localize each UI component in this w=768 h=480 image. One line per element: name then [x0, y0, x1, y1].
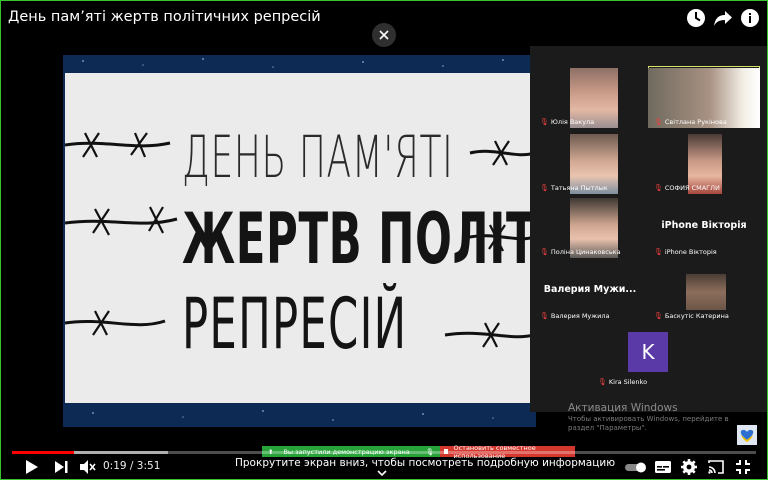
- settings-button[interactable]: [680, 458, 698, 476]
- fullscreen-icon: [736, 460, 750, 474]
- participant-tile-active[interactable]: 🎙 Світлана Рукінова: [648, 66, 760, 128]
- next-icon: [55, 461, 68, 473]
- participant-tile[interactable]: Валерия Мужи... 🎙 Валерия Мужила: [534, 260, 646, 322]
- autoplay-toggle[interactable]: [624, 458, 648, 476]
- chevron-down-icon[interactable]: [377, 469, 387, 477]
- info-icon[interactable]: [740, 8, 760, 28]
- participant-tile[interactable]: 🎙 Поліна Цинаковська: [534, 196, 646, 258]
- play-button[interactable]: [22, 458, 40, 476]
- mic-muted-icon: 🎙: [540, 118, 549, 126]
- mute-button[interactable]: [78, 458, 96, 476]
- participant-name: СОФИЯ СМАГЛИ: [664, 184, 720, 192]
- fullscreen-button[interactable]: [734, 458, 752, 476]
- subtitles-button[interactable]: [654, 458, 672, 476]
- mute-icon: [80, 460, 96, 474]
- participant-tile[interactable]: K 🎙 Kira Silenko: [592, 326, 704, 388]
- zoom-gallery-panel: 🎙 Юлія Вакула 🎙 Світлана Рукінова 🎙 Татьяна…: [530, 46, 768, 412]
- mic-muted-icon: 🎙: [598, 378, 607, 386]
- participant-tile[interactable]: 🎙 СОФИЯ СМАГЛИ: [648, 132, 760, 194]
- share-icon[interactable]: [713, 8, 733, 28]
- mic-muted-icon: 🎙: [654, 312, 663, 320]
- participant-name: Валерия Мужила: [550, 312, 610, 320]
- scroll-hint-text[interactable]: Прокрутите экран вниз, чтобы посмотреть …: [235, 457, 615, 469]
- participant-name: Поліна Цинаковська: [550, 248, 621, 256]
- mic-muted-icon: 🎙: [654, 184, 663, 192]
- next-button[interactable]: [52, 458, 70, 476]
- mic-muted-icon: 🎙: [654, 118, 663, 126]
- mic-muted-icon: 🎙: [540, 312, 549, 320]
- participant-display-name: iPhone Вікторія: [661, 220, 747, 231]
- progress-bar[interactable]: [12, 451, 756, 454]
- ukraine-flag-icon: [737, 425, 757, 445]
- participant-name: Татьяна Пытлык: [550, 184, 608, 192]
- participant-tile[interactable]: 🎙 Татьяна Пытлык: [534, 132, 646, 194]
- cast-icon: [708, 460, 724, 474]
- participant-name: Юлія Вакула: [550, 118, 595, 126]
- mic-muted-icon: 🎙: [654, 248, 663, 256]
- cast-button[interactable]: [707, 458, 725, 476]
- participant-display-name: Валерия Мужи...: [543, 284, 637, 295]
- avatar: K: [628, 332, 668, 372]
- participant-video: [686, 274, 726, 310]
- slide-heading-line3: РЕПРЕСІЙ: [182, 283, 408, 365]
- progress-played: [12, 451, 74, 454]
- close-icon: [379, 30, 389, 40]
- watch-later-icon[interactable]: [686, 8, 706, 28]
- participant-name: Світлана Рукінова: [664, 118, 727, 126]
- windows-activation-subtitle: Чтобы активировать Windows, перейдите в …: [568, 415, 729, 432]
- participant-tile[interactable]: iPhone Вікторія 🎙 iPhone Вікторія: [648, 196, 760, 258]
- presentation-slide: ДЕНЬ ПАМ'ЯТІ ЖЕРТВ ПОЛІТИЧ РЕПРЕСІЙ: [63, 55, 536, 427]
- play-icon: [26, 460, 38, 474]
- participant-name: Kira Silenko: [608, 378, 648, 386]
- slide-heading-line1: ДЕНЬ ПАМ'ЯТІ: [182, 123, 454, 191]
- close-button[interactable]: [372, 23, 396, 47]
- slide-content: ДЕНЬ ПАМ'ЯТІ ЖЕРТВ ПОЛІТИЧ РЕПРЕСІЙ: [65, 73, 536, 403]
- slide-heading-line2: ЖЕРТВ ПОЛІТИЧ: [182, 198, 536, 280]
- participant-tile[interactable]: 🎙 Баскутіс Катерина: [648, 260, 760, 322]
- windows-activation-title: Активация Windows: [568, 402, 678, 414]
- mic-muted-icon: 🎙: [540, 184, 549, 192]
- participant-tile[interactable]: 🎙 Юлія Вакула: [534, 66, 646, 128]
- participant-name: iPhone Вікторія: [664, 248, 717, 256]
- subtitles-icon: [655, 461, 671, 473]
- settings-icon: [681, 459, 697, 475]
- mic-muted-icon: 🎙: [540, 248, 549, 256]
- video-title[interactable]: День пам’яті жертв політичних репресій: [8, 9, 321, 25]
- participant-name: Баскутіс Катерина: [664, 312, 729, 320]
- time-display: 0:19 / 3:51: [103, 460, 161, 472]
